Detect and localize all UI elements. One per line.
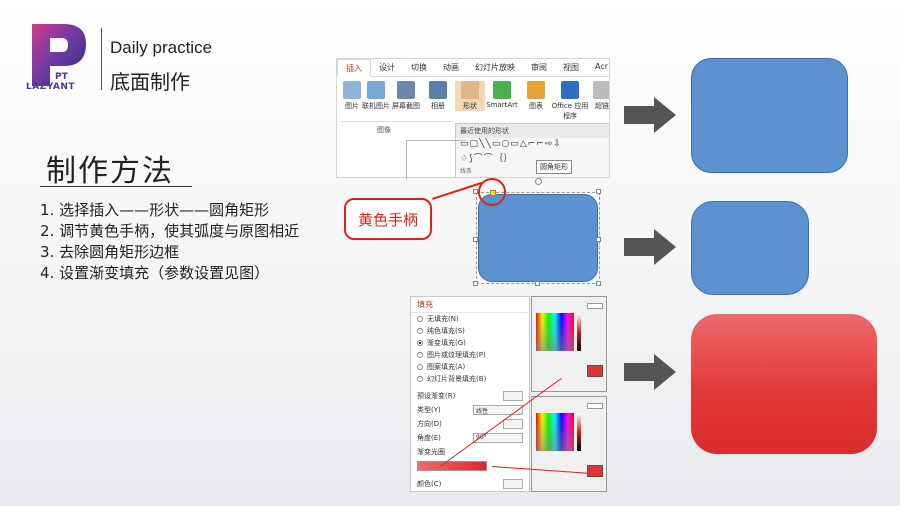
luminance-slider[interactable] xyxy=(577,413,581,451)
resize-handle[interactable] xyxy=(473,281,478,286)
header-title-cn: 底面制作 xyxy=(110,70,190,94)
tab-view[interactable]: 视图 xyxy=(555,59,587,76)
steps-list: 1. 选择插入——形状——圆角矩形 2. 调节黄色手柄，使其弧度与原图相近 3.… xyxy=(40,200,299,284)
shapes-gallery-title: 最近使用的形状 xyxy=(456,124,609,138)
tab-design[interactable]: 设计 xyxy=(371,59,403,76)
resize-handle[interactable] xyxy=(596,189,601,194)
fill-option-picture[interactable]: 图片或纹理填充(P) xyxy=(411,349,529,361)
color-row[interactable]: 颜色(C) xyxy=(411,477,529,491)
slide-canvas-corner xyxy=(406,140,466,180)
result-shape-step2 xyxy=(691,201,809,295)
callout-circle xyxy=(478,178,506,206)
camera-icon xyxy=(397,81,415,99)
fill-option-background[interactable]: 幻灯片背景填充(B) xyxy=(411,373,529,385)
album-button[interactable]: 相册 xyxy=(423,81,453,111)
hyperlink-button[interactable]: 超链 xyxy=(591,81,609,111)
group-divider xyxy=(341,121,453,122)
angle-input[interactable]: 90° xyxy=(473,433,523,443)
result-shape-step1 xyxy=(691,58,848,173)
logo-sub-text: PT xyxy=(55,72,68,82)
method-underline xyxy=(40,186,192,187)
method-title: 制作方法 xyxy=(46,154,174,189)
chart-button[interactable]: 图表 xyxy=(521,81,551,111)
tab-insert[interactable]: 插入 xyxy=(337,59,371,77)
color-spectrum[interactable] xyxy=(536,313,574,351)
rounded-rect-tooltip: 圆角矩形 xyxy=(536,160,572,174)
gradient-stops-label: 渐变光圈 xyxy=(417,448,445,456)
tab-slideshow[interactable]: 幻灯片放映 xyxy=(467,59,523,76)
color-spectrum[interactable] xyxy=(536,413,574,451)
step-item: 1. 选择插入——形状——圆角矩形 xyxy=(40,201,270,219)
luminance-slider[interactable] xyxy=(577,313,581,351)
shapes-button[interactable]: 形状 xyxy=(455,81,485,111)
resize-handle[interactable] xyxy=(473,237,478,242)
album-icon xyxy=(429,81,447,99)
ok-button[interactable] xyxy=(587,303,603,309)
fill-option-pattern[interactable]: 图案填充(A) xyxy=(411,361,529,373)
screenshot-button[interactable]: 屏幕截图 xyxy=(391,81,421,111)
office-apps-button[interactable]: Office 应用程序 xyxy=(551,81,589,121)
rotate-handle[interactable] xyxy=(535,178,542,185)
radio-selected-icon xyxy=(417,340,423,346)
fill-header[interactable]: 填充 xyxy=(411,297,529,313)
color-dialog xyxy=(531,396,607,492)
shapes-row[interactable]: ▭▢╲╲▭○▭△⌐⌐⇨⇩ xyxy=(456,138,609,150)
header-title-en: Daily practice xyxy=(110,38,213,57)
tab-acrobat[interactable]: Acr xyxy=(587,59,609,76)
resize-handle[interactable] xyxy=(535,281,540,286)
color-swatch xyxy=(587,365,603,377)
result-shape-gradient xyxy=(691,314,877,454)
right-arrow-icon xyxy=(624,229,676,265)
link-icon xyxy=(593,81,609,99)
color-swatch xyxy=(587,465,603,477)
color-picker-button[interactable] xyxy=(503,479,523,489)
ribbon-tabs: 插入 设计 切换 动画 幻灯片放映 审阅 视图 Acr xyxy=(337,59,609,77)
shapes-row[interactable]: ♢⟆⌒⌒｛｝ xyxy=(456,150,609,165)
ribbon-tools: 图片 联机图片 屏幕截图 相册 形状 SmartArt 图表 Office 应用… xyxy=(337,79,609,125)
shapes-icon xyxy=(461,81,479,99)
online-picture-button[interactable]: 联机图片 xyxy=(361,81,391,111)
fill-settings-panel: 填充 无填充(N) 纯色填充(S) 渐变填充(G) 图片或纹理填充(P) 图案填… xyxy=(410,296,530,492)
fill-option-none[interactable]: 无填充(N) xyxy=(411,313,529,325)
right-arrow-icon xyxy=(624,97,676,133)
office-icon xyxy=(561,81,579,99)
resize-handle[interactable] xyxy=(596,237,601,242)
radio-icon xyxy=(417,328,423,334)
rounded-rectangle-shape[interactable] xyxy=(478,194,598,282)
tab-transitions[interactable]: 切换 xyxy=(403,59,435,76)
smartart-button[interactable]: SmartArt xyxy=(485,81,519,109)
header-divider xyxy=(101,28,102,90)
group-label-images: 图像 xyxy=(377,126,391,134)
tab-animations[interactable]: 动画 xyxy=(435,59,467,76)
chart-icon xyxy=(527,81,545,99)
preset-gradient-row[interactable]: 预设渐变(R) xyxy=(411,389,529,403)
right-arrow-icon xyxy=(624,354,676,390)
logo-text: LAZYANT xyxy=(26,82,76,92)
resize-handle[interactable] xyxy=(596,281,601,286)
color-dialog xyxy=(531,296,607,392)
lines-label: 线条 xyxy=(460,168,473,175)
online-picture-icon xyxy=(367,81,385,99)
tab-review[interactable]: 审阅 xyxy=(523,59,555,76)
radio-icon xyxy=(417,376,423,382)
smartart-icon xyxy=(493,81,511,99)
ok-button[interactable] xyxy=(587,403,603,409)
radio-icon xyxy=(417,316,423,322)
radio-icon xyxy=(417,364,423,370)
preset-dropdown[interactable] xyxy=(503,391,523,401)
step-item: 3. 去除圆角矩形边框 xyxy=(40,243,180,261)
picture-icon xyxy=(343,81,361,99)
step-item: 2. 调节黄色手柄，使其弧度与原图相近 xyxy=(40,222,300,240)
radio-icon xyxy=(417,352,423,358)
fill-option-solid[interactable]: 纯色填充(S) xyxy=(411,325,529,337)
direction-row[interactable]: 方向(D) xyxy=(411,417,529,431)
fill-option-gradient[interactable]: 渐变填充(G) xyxy=(411,337,529,349)
callout-label: 黄色手柄 xyxy=(344,198,432,240)
shapes-gallery: 最近使用的形状 ▭▢╲╲▭○▭△⌐⌐⇨⇩ ♢⟆⌒⌒｛｝ 线条 xyxy=(455,123,609,177)
step-item: 4. 设置渐变填充（参数设置见图） xyxy=(40,264,270,282)
gradient-stops-slider[interactable] xyxy=(417,461,487,471)
direction-dropdown[interactable] xyxy=(503,419,523,429)
